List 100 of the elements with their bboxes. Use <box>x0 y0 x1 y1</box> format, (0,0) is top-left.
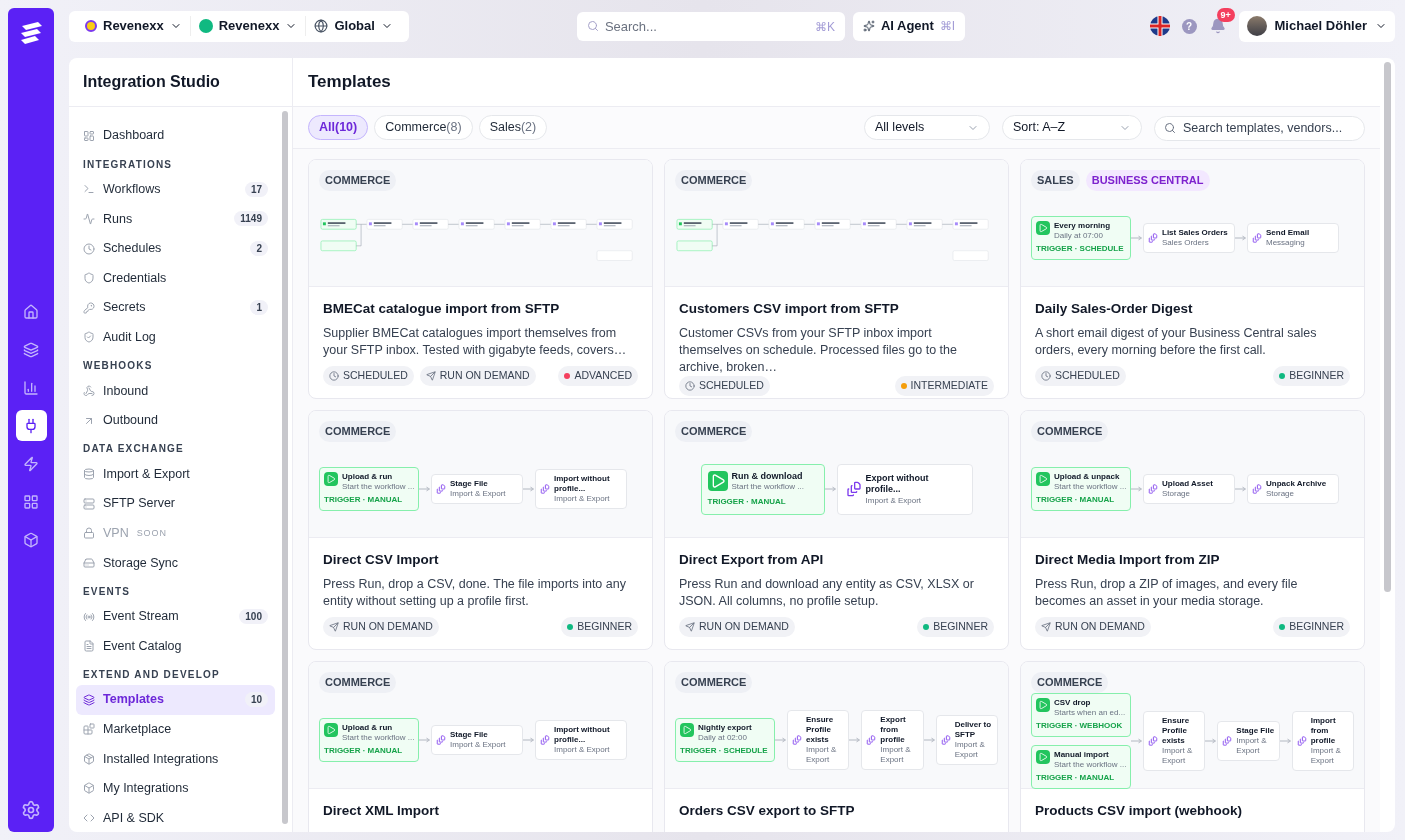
template-card[interactable]: COMMERCE Upload & run Start the workflow ... TRIGGER · MANUAL Stage File Import & Export Import without profile... Import & Export Direct XML Import <box>308 661 653 832</box>
node-title: Nightly export <box>698 723 752 734</box>
item-label: Secrets <box>103 299 146 317</box>
item-label: Workflows <box>103 181 161 198</box>
card-title: Direct CSV Import <box>323 551 440 569</box>
item-label: Marketplace <box>103 720 172 738</box>
node-title: Upload Asset <box>1162 479 1213 490</box>
flag-icon[interactable] <box>1149 16 1170 36</box>
node-subtitle: Sales Orders <box>1162 238 1210 249</box>
section-heading: DATA EXCHANGE <box>82 442 185 457</box>
template-card[interactable] <box>308 410 653 650</box>
sidebar-item[interactable]: Event Stream 100 <box>76 601 275 632</box>
node-subtitle: Import & Export <box>450 740 506 751</box>
node-title: Stage File <box>450 730 489 741</box>
document-icon <box>83 640 95 653</box>
category-tag: COMMERCE <box>319 421 397 442</box>
node-subtitle: Import & Export <box>954 740 986 761</box>
node-subtitle: Import & Export <box>865 495 923 506</box>
level-badge: BEGINNER <box>1273 366 1350 386</box>
item-label: SFTP Server <box>103 495 175 513</box>
sidebar-item[interactable]: Storage Sync <box>76 548 275 578</box>
level-select[interactable]: All levels <box>864 115 990 140</box>
node-subtitle: Import & Export <box>880 745 912 766</box>
key-icon <box>83 301 95 314</box>
card-description: Supplier BMECat catalogues import themselves from your SFTP inbox. Tested with gigabyte feeds, covers… <box>323 325 628 360</box>
sidebar-item[interactable]: API & SDK <box>76 803 275 832</box>
category-tag: COMMERCE <box>675 421 753 442</box>
trigger-label: TRIGGER · MANUAL <box>324 494 404 507</box>
card-title: Orders CSV export to SFTP <box>679 802 856 820</box>
sidebar-item[interactable]: Inbound <box>76 376 275 406</box>
package-icon <box>83 752 95 765</box>
section-heading: EVENTS <box>82 584 132 599</box>
connector-arrow <box>419 736 431 745</box>
filter-chip[interactable]: Commerce(8) <box>374 115 473 140</box>
card-title: Direct Media Import from ZIP <box>1035 551 1221 569</box>
sidebar-item[interactable]: Import & Export <box>76 459 275 489</box>
card-description: Press Run, drop a ZIP of images, and every file becomes an asset in your media storage. <box>1035 576 1299 611</box>
node-subtitle: Import & Export <box>554 494 611 505</box>
filter-chip[interactable]: Sales(2) <box>478 115 548 140</box>
node-subtitle: Import & Export <box>1236 735 1268 756</box>
sidebar-item[interactable]: Secrets 1 <box>76 292 275 323</box>
workspace-picker[interactable]: Revenexx <box>77 16 190 36</box>
section-heading: WEBHOOKS <box>82 359 154 374</box>
sidebar-item[interactable]: Outbound <box>76 405 275 436</box>
notifications-icon[interactable] <box>1209 18 1226 34</box>
sidebar-item[interactable]: Marketplace <box>76 714 275 745</box>
template-card[interactable]: COMMERCE Customers CSV import from SFTP Customer CSVs from your SFTP inbox import themselves on schedule. Processed files go to the archive, broken… SCHEDULED INTERMEDIATE <box>664 159 1009 399</box>
sidebar-item[interactable]: Workflows 17 <box>76 174 275 205</box>
connector-arrow <box>775 736 787 745</box>
sidebar-title: Integration Studio <box>69 58 292 107</box>
node-subtitle: Import & Export <box>554 745 611 756</box>
sidebar-item[interactable]: Templates 10 <box>76 684 275 715</box>
blocks-icon <box>83 723 95 736</box>
node-title: Upload & run <box>342 472 394 483</box>
sidebar-item[interactable]: Audit Log <box>76 322 275 353</box>
node-subtitle: Start the workflow ... <box>1054 759 1126 770</box>
card-title: Products CSV import (webhook) <box>1035 802 1243 820</box>
template-card[interactable] <box>1020 159 1365 399</box>
plug-icon[interactable] <box>15 410 47 441</box>
workspace-picker[interactable]: Revenexx <box>189 16 306 36</box>
step-icon <box>940 735 951 746</box>
item-label: Storage Sync <box>103 554 179 572</box>
sort-select[interactable]: Sort: A–Z <box>1002 115 1142 140</box>
scrollbar[interactable] <box>282 111 288 824</box>
ai-agent-button[interactable]: AI Agent ⌘I <box>852 11 966 41</box>
shortcut-hint: ⌘K <box>814 18 835 36</box>
step-icon <box>1148 233 1158 244</box>
user-menu[interactable]: Michael Döhler <box>1238 10 1395 42</box>
template-card[interactable]: COMMERCE BMECat catalogue import from SFTP Supplier BMECat catalogues import themselves from your SFTP inbox. Tested with gigabyte feeds, covers… SCHEDULED RUN ON DEMAND ADVANCED <box>308 159 653 399</box>
avatar <box>1246 16 1267 36</box>
schedule-badge: SCHEDULED <box>1035 366 1126 386</box>
sidebar-item[interactable]: Runs 1149 <box>76 204 275 234</box>
sidebar-item[interactable]: Event Catalog <box>76 631 275 661</box>
item-label: Event Catalog <box>103 637 182 655</box>
workspace-picker[interactable]: Global <box>305 16 401 36</box>
template-search-field[interactable]: Search templates, vendors... <box>1154 115 1365 141</box>
play-icon <box>1036 749 1050 764</box>
sidebar-item[interactable]: Credentials <box>76 263 275 293</box>
sidebar-item[interactable]: Installed Integrations <box>76 744 275 774</box>
template-card[interactable] <box>1020 410 1365 650</box>
template-card[interactable] <box>664 410 1009 650</box>
filter-chip[interactable]: All(10) <box>308 115 369 140</box>
settings-icon[interactable] <box>21 800 41 820</box>
step-icon <box>1296 735 1307 746</box>
node-title: Import from profile <box>1310 715 1337 746</box>
template-card[interactable]: COMMERCE Nightly export Daily at 02:00 TRIGGER · SCHEDULE Ensure Profile exists Import & Export Export from profile Import & Export Deliver to SFTP Import & Export Orders CSV export to SFTP <box>664 661 1009 832</box>
sidebar-item[interactable]: SFTP Server <box>76 488 275 519</box>
connector-arrow <box>1235 485 1247 494</box>
node-subtitle: Daily at 07:00 <box>1054 231 1104 242</box>
scrollbar[interactable] <box>1384 62 1391 592</box>
sidebar-item[interactable]: Dashboard <box>76 121 275 151</box>
card-title: Daily Sales-Order Digest <box>1035 300 1194 318</box>
node-subtitle: Daily at 02:00 <box>698 733 748 744</box>
sidebar-item[interactable]: My Integrations <box>76 773 275 804</box>
trigger-label: TRIGGER · WEBHOOK <box>1036 719 1124 732</box>
schedule-badge: RUN ON DEMAND <box>1035 617 1151 637</box>
sidebar-item[interactable]: Schedules 2 <box>76 233 275 264</box>
category-tag: COMMERCE <box>1031 672 1109 693</box>
connector-arrow <box>1279 736 1292 745</box>
template-card[interactable] <box>1020 661 1365 832</box>
